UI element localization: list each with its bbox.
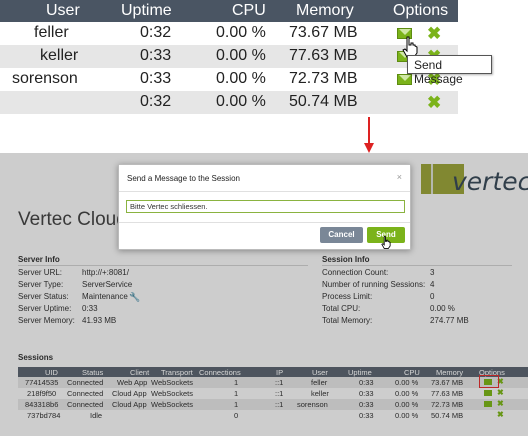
cell-memory: 77.63 MB (289, 47, 358, 64)
cell-cpu: 0.00 % (216, 70, 266, 87)
cell-cpu: 0.00 % (216, 93, 266, 110)
cell-uptime: 0:33 (140, 47, 172, 64)
table-row: sorenson 0:33 0.00 % 72.73 MB ✖ (0, 68, 458, 91)
dialog-title: Send a Message to the Session (127, 174, 240, 183)
arrow-down-icon (364, 143, 374, 153)
cell-uptime: 0:33 (140, 70, 172, 87)
divider (119, 191, 410, 192)
cell-user: keller (40, 47, 79, 64)
arrow-line (368, 117, 370, 145)
kill-session-icon[interactable]: ✖ (427, 25, 441, 42)
cell-cpu: 0.00 % (216, 24, 266, 41)
cell-cpu: 0.00 % (216, 47, 266, 64)
cell-memory: 73.67 MB (289, 24, 358, 41)
send-message-icon[interactable] (397, 74, 412, 85)
header-uptime: Uptime (121, 2, 172, 19)
message-input[interactable]: Bitte Vertec schliessen. (126, 200, 405, 213)
cancel-button[interactable]: Cancel (320, 227, 363, 243)
cell-memory: 50.74 MB (289, 93, 358, 110)
cell-uptime: 0:32 (140, 24, 172, 41)
divider (119, 222, 410, 223)
zoomed-table-header: User Uptime CPU Memory Options (0, 0, 458, 22)
cell-memory: 72.73 MB (289, 70, 358, 87)
send-message-tooltip: Send Message (407, 55, 492, 86)
cell-user: sorenson (12, 70, 78, 87)
cell-uptime: 0:32 (140, 93, 172, 110)
header-memory: Memory (296, 2, 354, 19)
table-row: keller 0:33 0.00 % 77.63 MB ✖ (0, 45, 458, 68)
cell-user: feller (34, 24, 69, 41)
header-cpu: CPU (232, 2, 266, 19)
table-row: 0:32 0.00 % 50.74 MB ✖ (0, 91, 458, 114)
zoomed-session-table: User Uptime CPU Memory Options feller 0:… (0, 0, 492, 116)
header-options: Options (393, 2, 449, 19)
header-user: User (46, 2, 80, 19)
close-icon[interactable]: × (397, 172, 402, 182)
vertec-cloud-window: vertec Vertec Cloud Server Info Server U… (0, 153, 528, 436)
kill-session-icon[interactable]: ✖ (427, 94, 441, 111)
table-row: feller 0:32 0.00 % 73.67 MB ✖ (0, 22, 458, 45)
hand-cursor-icon (381, 236, 391, 249)
send-message-dialog: Send a Message to the Session × Bitte Ve… (118, 164, 411, 250)
